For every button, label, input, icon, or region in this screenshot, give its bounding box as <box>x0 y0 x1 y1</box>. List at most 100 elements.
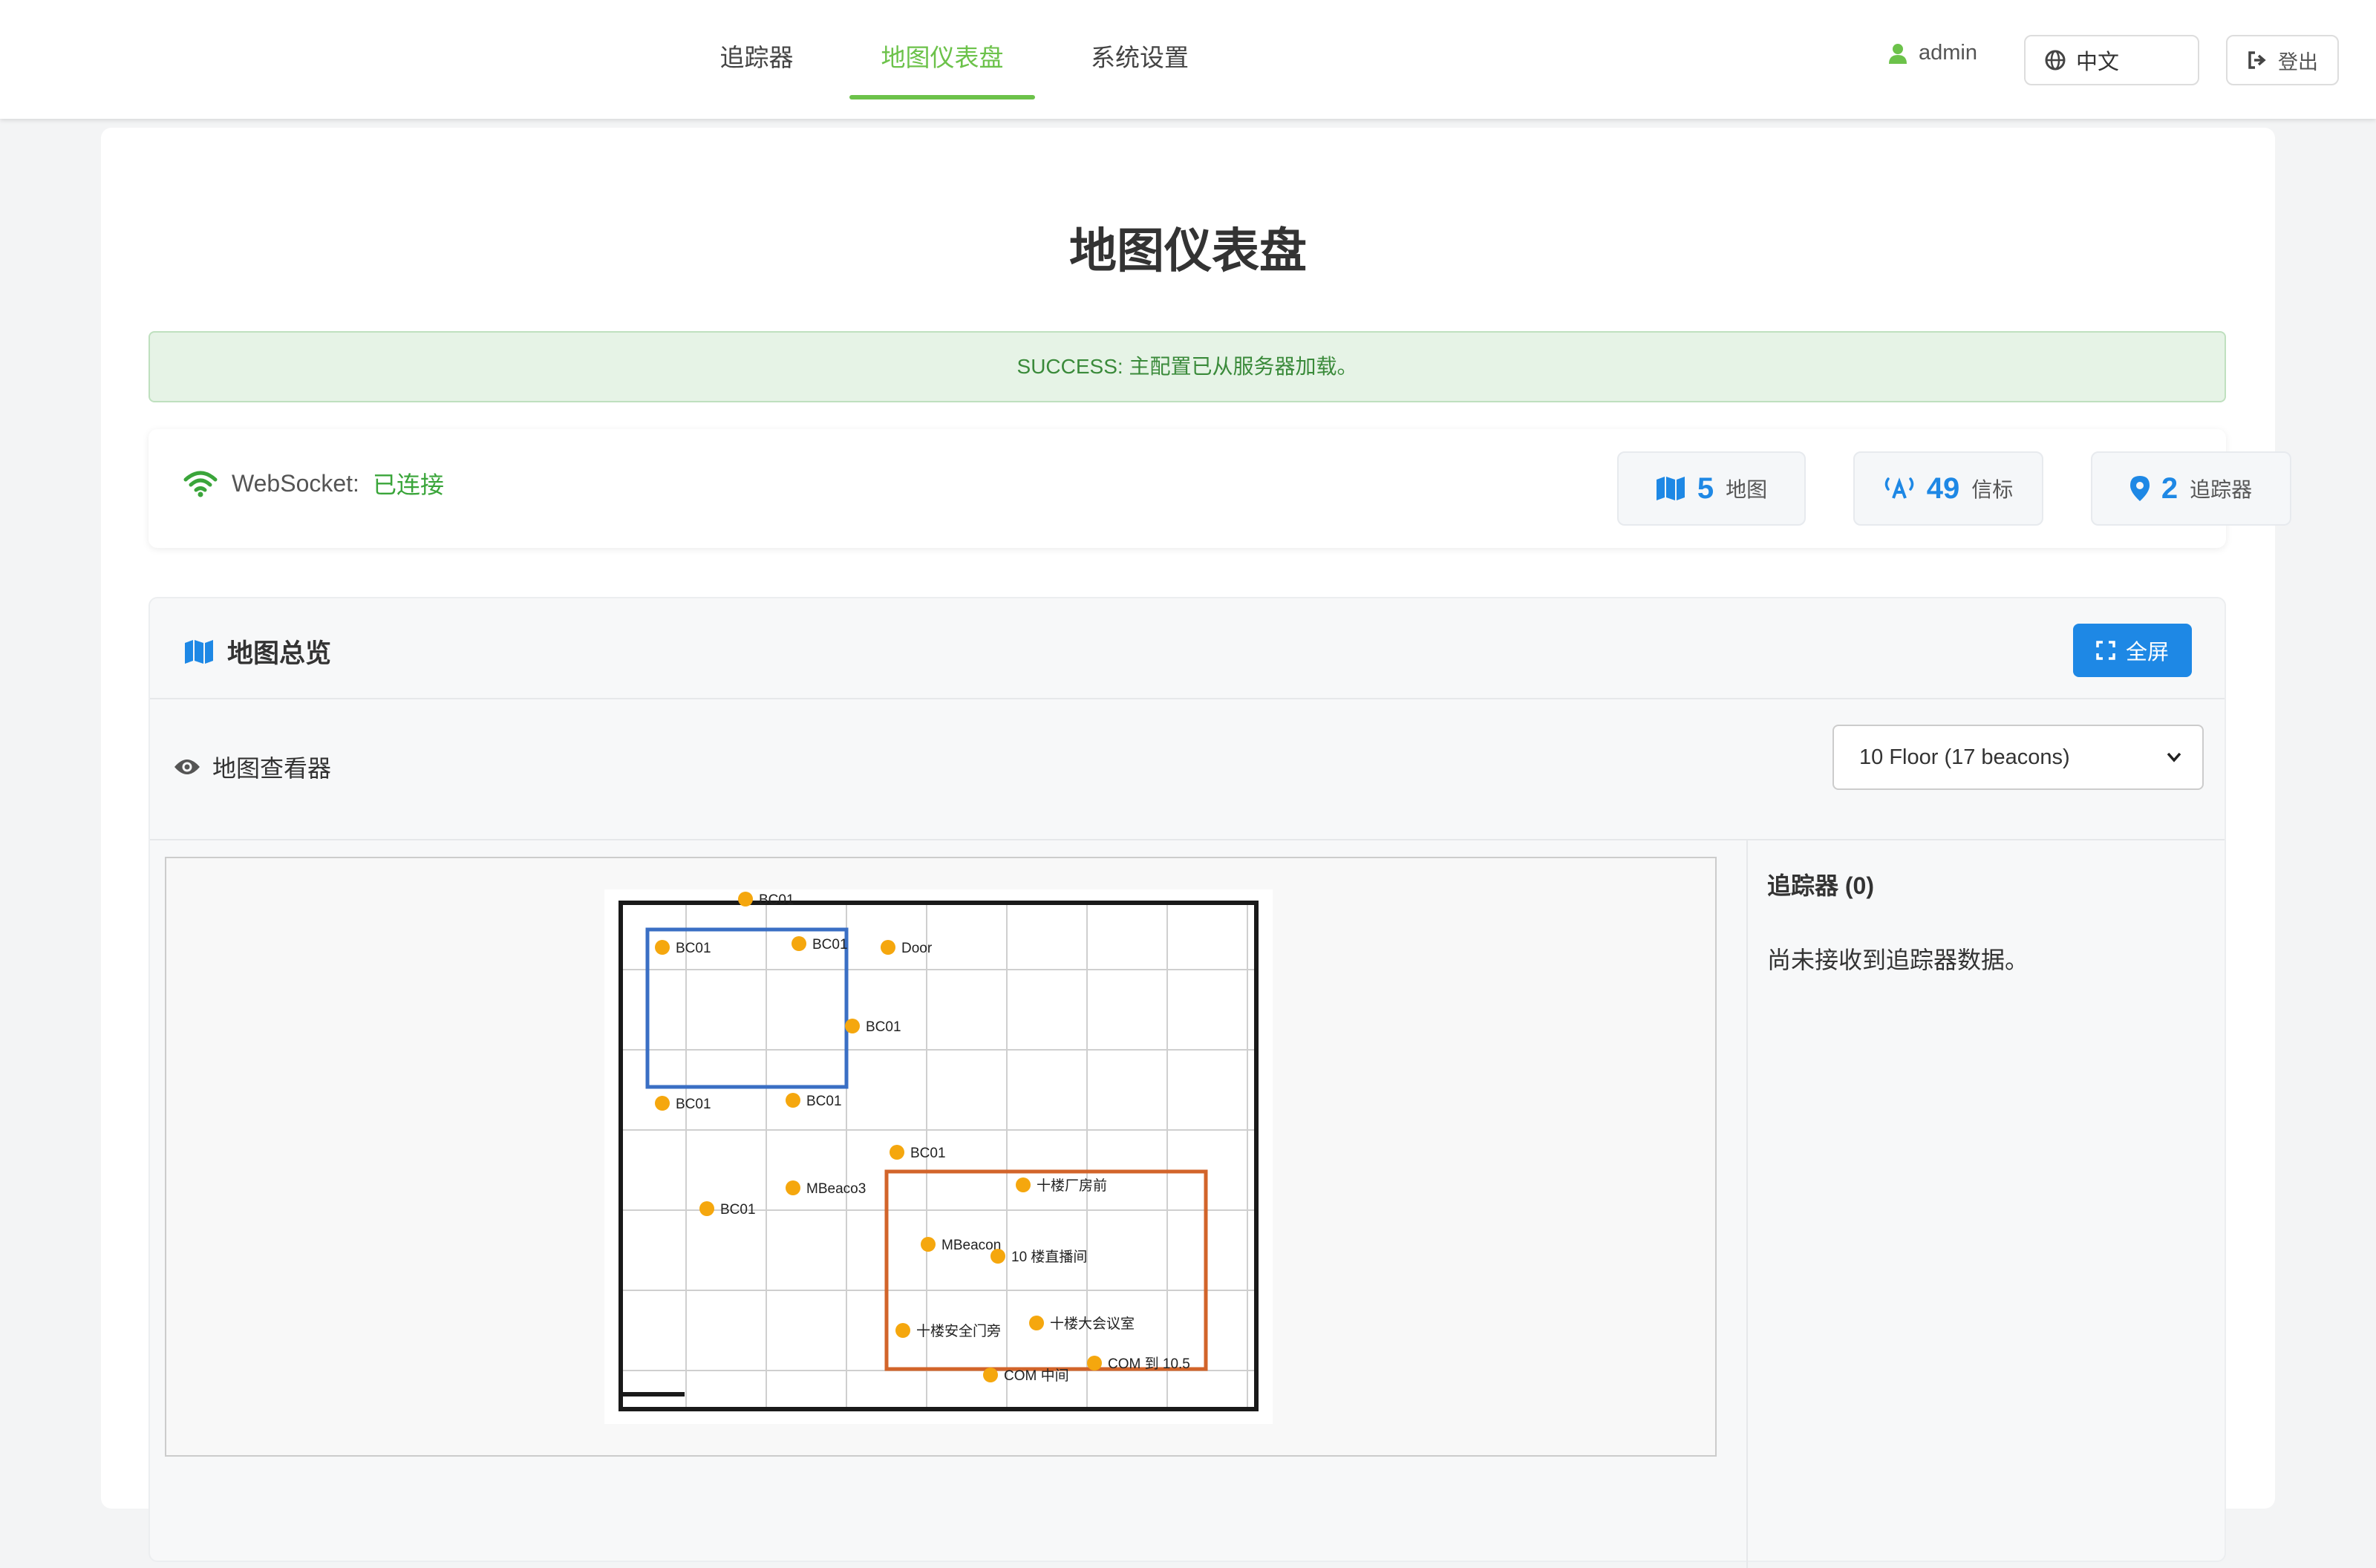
map-canvas[interactable]: BC01 BC01 BC01 Door BC01 BC01 BC01 BC01 MBeaco3 B… <box>165 857 1717 1457</box>
beacon-marker[interactable]: BC01 <box>890 1145 946 1161</box>
overview-title: 地图总览 <box>184 633 331 670</box>
fullscreen-label: 全屏 <box>2125 641 2169 664</box>
beacon-dot[interactable] <box>990 1249 1005 1264</box>
eye-icon <box>174 760 200 774</box>
beacon-label: COM 中间 <box>1004 1368 1069 1384</box>
overview-title-text: 地图总览 <box>227 639 332 668</box>
beacon-label: MBeacon <box>941 1238 1001 1253</box>
status-card: WebSocket: 已连接 5 地图 49 信标 2 追踪器 <box>148 429 2291 548</box>
beacon-icon <box>1884 477 1913 499</box>
logout-button[interactable]: 登出 <box>2226 35 2339 85</box>
globe-icon <box>2045 50 2066 71</box>
map-viewer-label: 地图查看器 <box>174 750 331 784</box>
stat-trackers: 2 追踪器 <box>2091 451 2291 526</box>
tab-trackers[interactable]: 追踪器 <box>707 36 806 80</box>
stat-maps-label: 地图 <box>1726 478 1768 501</box>
stat-trackers-value: 2 <box>2161 471 2178 505</box>
beacon-label: BC01 <box>676 941 711 956</box>
beacon-label: BC01 <box>720 1202 756 1218</box>
beacon-dot[interactable] <box>881 940 895 955</box>
beacon-marker[interactable]: BC01 <box>738 892 794 908</box>
logout-label: 登出 <box>2278 50 2318 74</box>
floor-select[interactable]: 10 Floor (17 beacons) <box>1832 725 2204 790</box>
fullscreen-button[interactable]: 全屏 <box>2073 624 2192 677</box>
beacon-label: BC01 <box>812 937 848 953</box>
beacon-dot[interactable] <box>655 940 670 955</box>
language-value: 中文 <box>2076 50 2120 74</box>
success-alert: SUCCESS: 主配置已从服务器加载。 <box>148 331 2226 402</box>
stat-beacons-label: 信标 <box>1971 478 2014 501</box>
beacon-dot[interactable] <box>890 1145 904 1160</box>
expand-icon <box>2096 641 2115 660</box>
beacon-dot[interactable] <box>655 1096 670 1111</box>
tab-map-dashboard[interactable]: 地图仪表盘 <box>849 36 1035 99</box>
beacon-marker[interactable]: BC01 <box>699 1201 756 1218</box>
beacon-label: COM 到 10.5 <box>1108 1356 1190 1372</box>
stat-beacons: 49 信标 <box>1853 451 2043 526</box>
stat-maps: 5 地图 <box>1617 451 1806 526</box>
stat-maps-value: 5 <box>1697 471 1714 505</box>
username: admin <box>1919 41 1977 65</box>
beacon-dot[interactable] <box>738 892 753 906</box>
overview-header: 地图总览 全屏 <box>150 598 2225 699</box>
beacon-label: 十楼安全门旁 <box>916 1323 1001 1339</box>
websocket-status: WebSocket: 已连接 <box>183 466 444 500</box>
beacon-dot[interactable] <box>895 1323 910 1338</box>
beacon-marker[interactable]: BC01 <box>792 936 848 953</box>
map-overview-card: 地图总览 全屏 地图查看器 10 Floor (17 beacons) BC01… <box>148 597 2226 1568</box>
tab-trackers-label: 追踪器 <box>719 44 794 71</box>
websocket-label: WebSocket: <box>232 469 359 497</box>
beacon-label: 10 楼直播间 <box>1011 1249 1087 1265</box>
tab-map-dashboard-label: 地图仪表盘 <box>881 44 1004 71</box>
beacon-dot[interactable] <box>921 1237 936 1252</box>
beacon-label: BC01 <box>910 1146 946 1161</box>
beacon-label: 十楼厂房前 <box>1037 1177 1107 1194</box>
stat-beacons-value: 49 <box>1926 471 1960 505</box>
map-icon <box>1656 477 1685 500</box>
beacon-dot[interactable] <box>1087 1356 1102 1371</box>
tracker-panel-title: 追踪器 (0) <box>1767 872 1875 899</box>
user-menu[interactable]: admin <box>1889 41 1977 65</box>
stat-trackers-label: 追踪器 <box>2190 478 2253 501</box>
active-tab-indicator <box>849 95 1035 99</box>
logout-icon <box>2248 51 2266 69</box>
tab-system-settings-label: 系统设置 <box>1091 44 1189 71</box>
tab-system-settings[interactable]: 系统设置 <box>1084 36 1195 80</box>
tracker-empty-message: 尚未接收到追踪器数据。 <box>1767 947 2029 973</box>
beacon-marker[interactable]: BC01 <box>845 1019 901 1035</box>
main-panel: 地图仪表盘 SUCCESS: 主配置已从服务器加载。 WebSocket: 已连… <box>101 128 2291 1568</box>
chevron-down-icon <box>2167 752 2181 762</box>
map-icon <box>185 639 213 664</box>
beacon-dot[interactable] <box>1016 1177 1031 1192</box>
beacon-label: BC01 <box>676 1097 711 1112</box>
beacon-label: Door <box>901 941 933 956</box>
beacon-dot[interactable] <box>845 1019 860 1033</box>
beacon-label: MBeaco3 <box>806 1181 866 1197</box>
beacon-dot[interactable] <box>983 1368 998 1382</box>
beacon-dot[interactable] <box>699 1201 714 1216</box>
beacon-label: BC01 <box>759 892 794 908</box>
user-icon <box>1889 43 1907 64</box>
websocket-state: 已连接 <box>372 471 444 498</box>
floor-select-value: 10 Floor (17 beacons) <box>1859 745 2070 769</box>
beacon-label: BC01 <box>866 1019 901 1035</box>
top-nav-bar: 追踪器 地图仪表盘 系统设置 admin 中文 登出 <box>0 0 2376 119</box>
beacon-marker[interactable]: BC01 <box>655 1096 711 1112</box>
wifi-icon <box>183 471 218 497</box>
beacon-dot[interactable] <box>786 1093 800 1108</box>
beacon-marker[interactable]: BC01 <box>655 940 711 956</box>
beacon-marker[interactable]: Door <box>881 940 933 956</box>
floor-map[interactable]: BC01 BC01 BC01 Door BC01 BC01 BC01 BC01 MBeaco3 B… <box>604 889 1273 1424</box>
viewer-row: 地图查看器 10 Floor (17 beacons) <box>150 699 2225 840</box>
beacon-dot[interactable] <box>786 1180 800 1195</box>
beacon-dot[interactable] <box>792 936 806 951</box>
beacon-marker[interactable]: BC01 <box>786 1093 842 1109</box>
beacon-dot[interactable] <box>1029 1316 1044 1330</box>
page-title: 地图仪表盘 <box>1069 224 1307 278</box>
pin-icon <box>2129 476 2150 501</box>
beacon-label: BC01 <box>806 1094 842 1109</box>
beacon-label: 十楼大会议室 <box>1050 1316 1135 1332</box>
tracker-panel: 追踪器 (0) 尚未接收到追踪器数据。 <box>1746 840 2226 1568</box>
map-viewer-text: 地图查看器 <box>212 755 332 782</box>
language-select[interactable]: 中文 <box>2024 35 2199 85</box>
